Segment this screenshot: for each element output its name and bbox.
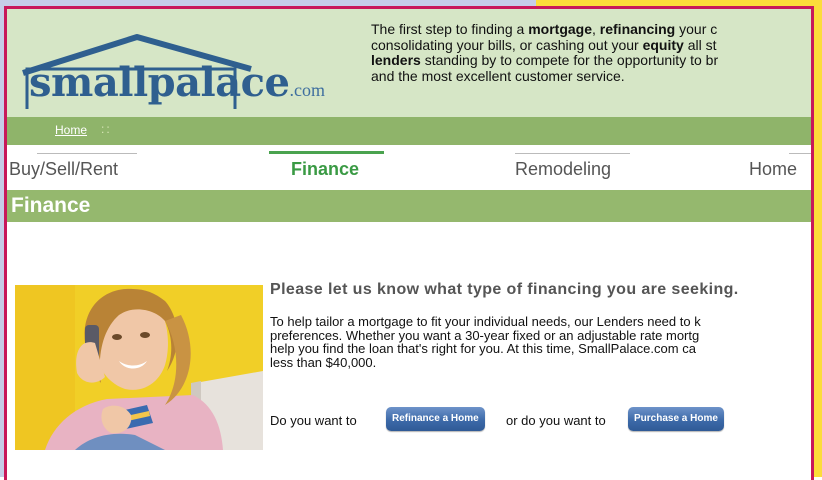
intro-keyword: refinancing [599,21,676,37]
content-heading: Please let us know what type of financin… [270,281,739,298]
tab-label: Finance [291,159,360,179]
tab-divider [515,153,630,154]
content-description: To help tailor a mortgage to fit your in… [270,314,811,370]
tab-label: Buy/Sell/Rent [9,159,119,179]
intro-text-segment: consolidating your bills, or cashing out… [371,36,643,53]
body-line: preferences. Whether you want a 30-year … [270,327,700,343]
breadcrumb-separator: :: [101,122,112,136]
woman-on-phone-photo [15,285,263,450]
site-logo[interactable]: smallpalace.com [19,29,325,109]
intro-line: and the most excellent customer service. [371,67,811,85]
intro-text-segment: and the most excellent customer service. [371,67,625,84]
refinance-home-button[interactable]: Refinance a Home [386,407,485,431]
intro-keyword: mortgage [528,21,592,37]
intro-keyword: lenders [371,52,421,68]
tab-remodeling[interactable]: Remodeling [515,145,645,190]
page-title: Finance [11,194,91,217]
tab-label: Home [749,159,798,179]
site-header: smallpalace.com The first step to findin… [7,9,811,117]
intro-text-segment: standing by to compete for the opportuni… [420,52,719,68]
section-header: Finance [7,190,811,222]
tab-divider [37,153,137,154]
intro-line: lenders standing by to compete for the o… [371,52,811,69]
tab-finance[interactable]: Finance [269,145,399,190]
cta-middle-text: or do you want to [506,413,606,428]
breadcrumb-home-link[interactable]: Home [55,123,87,137]
intro-keyword: equity [642,36,684,53]
cta-prefix-text: Do you want to [270,413,357,428]
photo-illustration [15,285,263,450]
body-line: less than $40,000. [270,354,377,370]
tab-active-indicator [269,151,384,154]
intro-line: consolidating your bills, or cashing out… [371,36,811,54]
breadcrumb: Home :: [7,117,811,145]
intro-line: The first step to finding a mortgage, re… [371,21,811,38]
tab-home[interactable]: Home [707,145,811,190]
tab-buy-sell-rent[interactable]: Buy/Sell/Rent [7,145,147,190]
intro-text-segment: The first step to finding a [371,21,529,37]
body-line: To help tailor a mortgage to fit your in… [270,314,701,329]
browser-page-frame: smallpalace.com The first step to findin… [4,6,814,480]
intro-text: The first step to finding a mortgage, re… [371,21,811,85]
tab-label: Remodeling [515,159,612,179]
main-tabs: Buy/Sell/Rent Finance Remodeling Home [7,145,811,190]
purchase-home-button[interactable]: Purchase a Home [628,407,724,431]
intro-text-segment: your c [675,21,718,37]
intro-text-segment: , [592,21,600,37]
logo-wordmark: smallpalace.com [29,59,325,106]
intro-text-segment: all st [683,36,717,53]
tab-divider [789,153,811,154]
body-line: help you find the loan that's right for … [270,341,696,356]
